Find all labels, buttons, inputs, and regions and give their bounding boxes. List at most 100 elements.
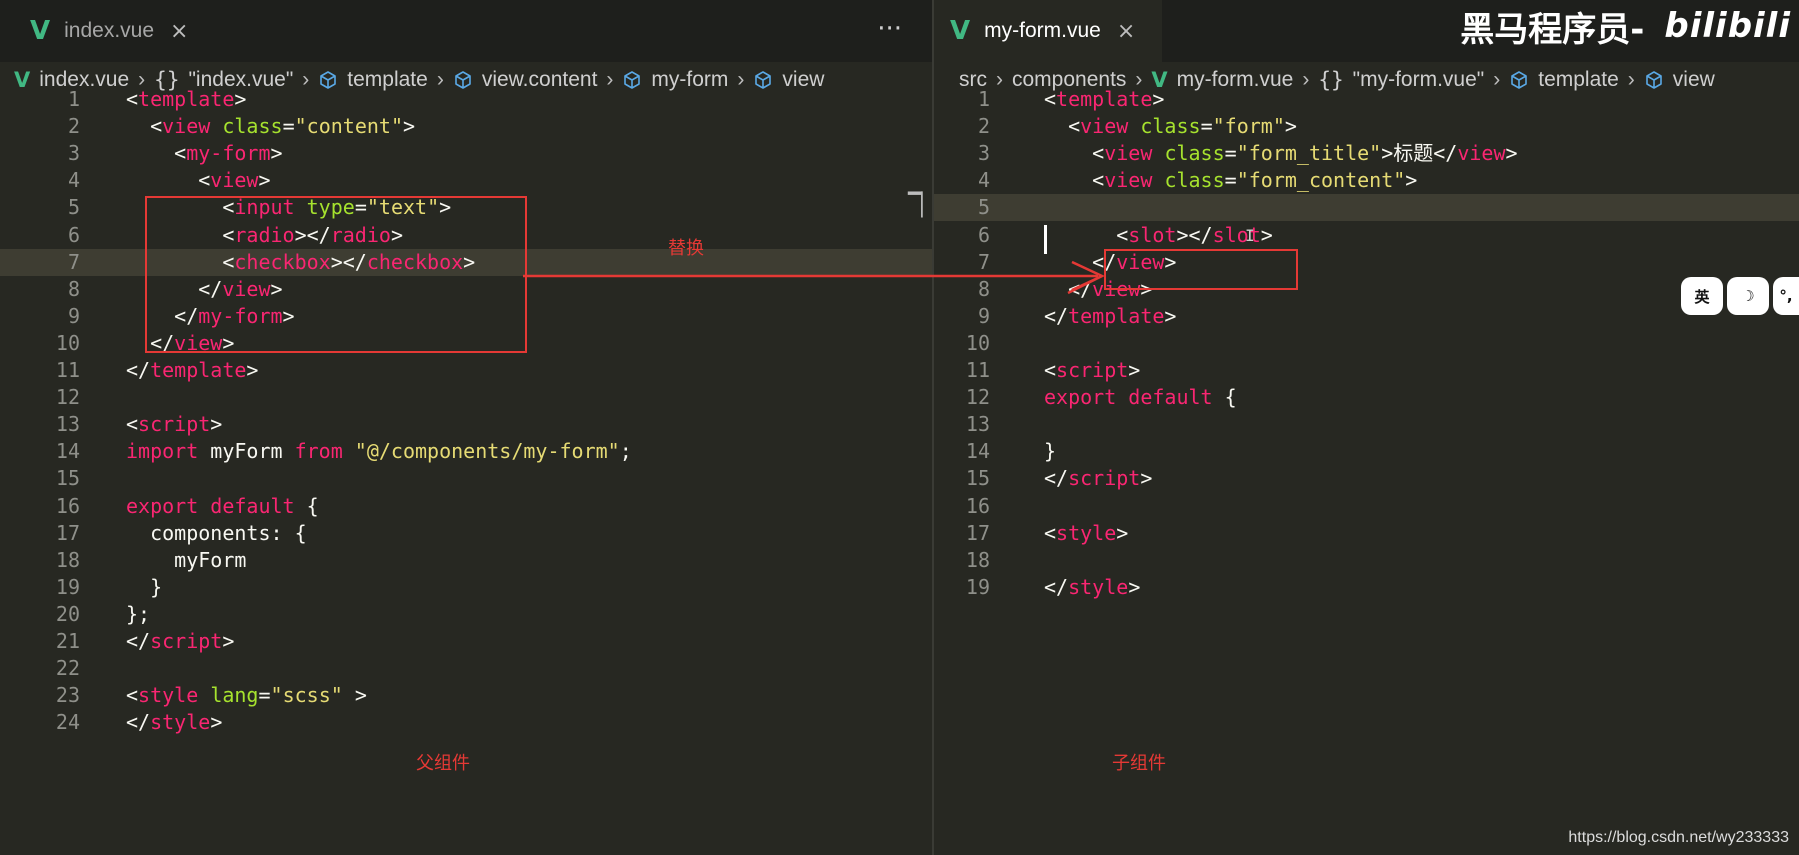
mouse-ibeam-icon: I — [1245, 226, 1255, 245]
code-token: > — [270, 141, 283, 166]
code-token: > — [210, 412, 223, 437]
ime-language-button[interactable]: 英 — [1681, 277, 1723, 315]
code-line[interactable]: 2 <view class="content"> — [0, 113, 932, 140]
line-number: 15 — [55, 466, 80, 491]
code-token: > — [402, 114, 416, 139]
code-token: > — [1128, 574, 1141, 599]
code-line[interactable]: 14 import myForm from "@/components/my-fo… — [0, 438, 932, 465]
code-line[interactable]: 8 </view> — [934, 276, 1799, 303]
code-text: components: { — [126, 520, 307, 547]
more-actions-icon[interactable]: ··· — [877, 14, 902, 44]
annotation-child-component: 子组件 — [1112, 753, 1166, 774]
code-line[interactable]: 10 — [934, 330, 1799, 357]
code-line[interactable]: 21 </script> — [0, 628, 932, 655]
code-token: myForm — [198, 439, 295, 464]
ime-moon-icon[interactable]: ☽ — [1727, 277, 1769, 315]
code-line[interactable]: 23 <style lang="scss" > — [0, 682, 932, 709]
code-token: >标题</ — [1381, 141, 1458, 166]
code-line[interactable]: 14} — [934, 438, 1799, 465]
code-token: > — [234, 87, 247, 111]
line-number: 14 — [55, 439, 80, 464]
line-number: 22 — [55, 656, 80, 681]
line-number: 12 — [55, 385, 80, 410]
code-token: < — [1044, 87, 1057, 111]
code-token: ></ — [1176, 222, 1213, 247]
code-line[interactable]: 12 export default { — [934, 384, 1799, 411]
code-token: < — [126, 114, 163, 139]
code-line[interactable]: 15 </script> — [934, 465, 1799, 492]
code-token: view — [1457, 141, 1506, 166]
code-text: <style lang="scss" > — [126, 682, 367, 709]
code-line[interactable]: 1 <template> — [934, 86, 1799, 113]
code-token: template — [1056, 87, 1153, 111]
code-line[interactable]: 19 </style> — [934, 574, 1799, 601]
code-token: view — [162, 114, 211, 139]
code-token: = — [1224, 168, 1237, 193]
code-line[interactable]: 1 <template> — [0, 86, 932, 113]
code-line[interactable]: 17 <style> — [934, 520, 1799, 547]
code-token: < — [126, 87, 139, 111]
line-number: 17 — [55, 520, 80, 545]
code-text: </template> — [126, 357, 258, 384]
code-line[interactable]: 16 export default { — [0, 493, 932, 520]
code-line[interactable]: 4 <view class="form_content"> — [934, 167, 1799, 194]
code-line[interactable]: 16 — [934, 493, 1799, 520]
code-line[interactable]: 17 components: { — [0, 520, 932, 547]
code-line[interactable]: 20}; — [0, 601, 932, 628]
code-line[interactable]: 18 myForm — [0, 547, 932, 574]
code-line[interactable]: 3 <my-form> — [0, 140, 932, 167]
close-icon[interactable]: × — [170, 19, 188, 44]
line-number: 18 — [55, 547, 80, 572]
code-line[interactable]: 13 <script> — [0, 411, 932, 438]
code-line[interactable]: 13 — [934, 411, 1799, 438]
code-token: style — [150, 710, 211, 735]
line-number: 17 — [965, 520, 990, 545]
code-text: <view class="form_title">标题</view> — [1044, 140, 1517, 167]
code-line[interactable]: 4 <view> — [0, 167, 932, 194]
code-token: < — [1044, 520, 1057, 545]
code-token: > — [246, 358, 259, 382]
code-line[interactable]: 24 </style> — [0, 709, 932, 736]
line-number: 5 — [67, 195, 80, 220]
line-number: 12 — [965, 385, 990, 410]
code-line[interactable]: 11 </template> — [0, 357, 932, 384]
line-number: 10 — [965, 330, 990, 355]
line-number: 16 — [965, 493, 990, 518]
line-number: 16 — [55, 493, 80, 518]
code-line[interactable]: 19 } — [0, 574, 932, 601]
code-line[interactable]: 7 </view> — [934, 249, 1799, 276]
code-text: </style> — [1044, 574, 1140, 601]
code-line[interactable]: 12 — [0, 384, 932, 411]
code-token: = — [1200, 114, 1213, 139]
highlight-box-content — [145, 196, 527, 353]
code-line[interactable]: 11 <script> — [934, 357, 1799, 384]
line-number: 6 — [977, 222, 990, 247]
code-token: view — [210, 168, 259, 193]
code-text: </template> — [1044, 303, 1176, 330]
scroll-indicator[interactable]: ▔▏ — [908, 193, 932, 218]
code-line[interactable]: 3 <view class="form_title">标题</view> — [934, 140, 1799, 167]
code-text: <script> — [126, 411, 222, 438]
close-icon[interactable]: × — [1117, 19, 1135, 44]
code-token: > — [1164, 303, 1177, 328]
code-line[interactable]: 2 <view class="form"> — [934, 113, 1799, 140]
tab-index-vue[interactable]: V index.vue × — [0, 0, 215, 62]
code-token: </ — [126, 629, 151, 653]
code-text: myForm — [126, 547, 246, 574]
tab-my-form-vue[interactable]: V my-form.vue × — [934, 0, 1162, 62]
code-line[interactable]: 9 </template> — [934, 303, 1799, 330]
code-line[interactable]: 5 — [934, 194, 1799, 222]
code-token: < — [126, 412, 139, 437]
ime-punctuation-button[interactable]: °, — [1773, 277, 1799, 315]
code-token: view — [1104, 141, 1153, 166]
code-line[interactable]: 15 — [0, 465, 932, 492]
code-token: ; — [619, 439, 632, 464]
code-line[interactable]: 18 — [934, 547, 1799, 574]
text-cursor — [1044, 225, 1047, 254]
code-line[interactable]: 6 <slot></slot> — [934, 222, 1799, 249]
brand-text: 黑马程序员- — [1460, 9, 1645, 50]
code-token: = — [282, 114, 295, 139]
code-token: < — [1044, 222, 1129, 247]
code-line[interactable]: 22 — [0, 655, 932, 682]
